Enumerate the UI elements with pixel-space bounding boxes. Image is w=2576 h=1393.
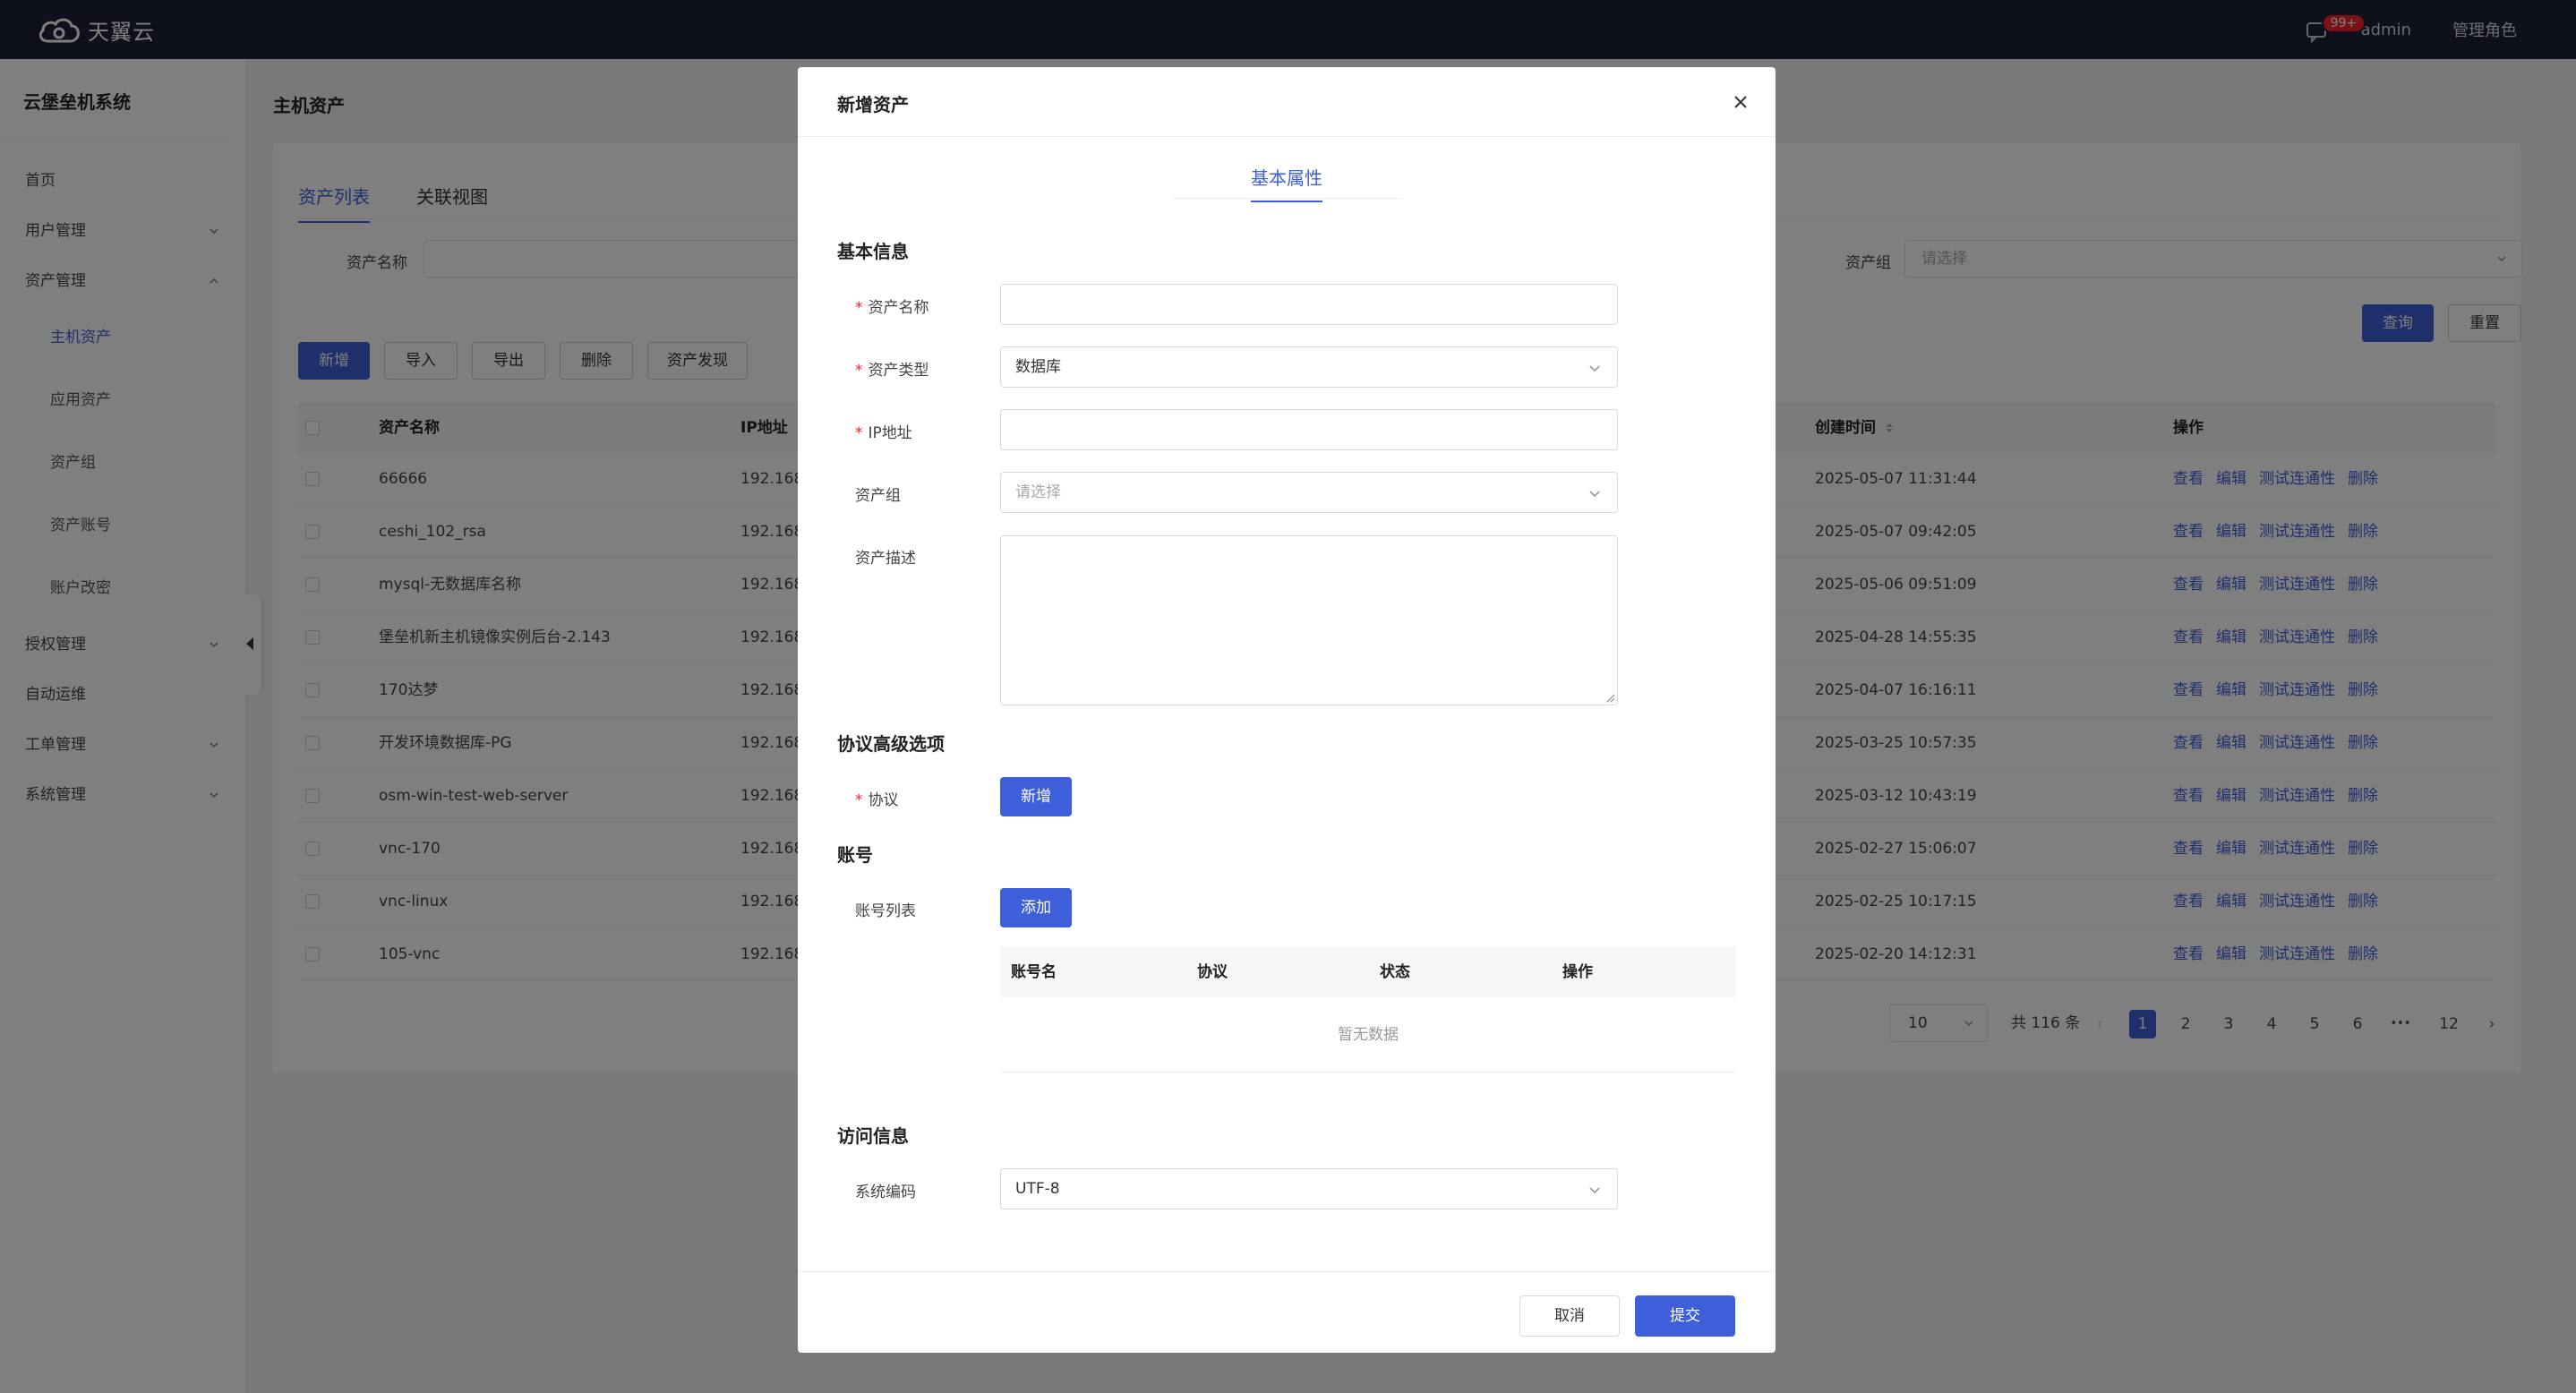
chevron-down-icon — [1589, 1187, 1600, 1194]
section-access-info: 访问信息 — [837, 1125, 909, 1147]
chevron-down-icon — [1589, 491, 1600, 498]
cancel-button[interactable]: 取消 — [1519, 1295, 1620, 1337]
ip-label: * IP地址 — [855, 424, 912, 442]
add-account-button[interactable]: 添加 — [1000, 888, 1072, 927]
asset-type-label-text: 资产类型 — [868, 362, 929, 380]
section-basic-info: 基本信息 — [837, 241, 909, 262]
account-table-header: 账号名 协议 状态 操作 — [1000, 947, 1736, 997]
asset-group-label: 资产组 — [855, 487, 901, 505]
encoding-select[interactable]: UTF-8 — [1000, 1168, 1618, 1209]
asset-group-placeholder: 请选择 — [1015, 483, 1061, 501]
encoding-label: 系统编码 — [855, 1184, 916, 1201]
description-textarea[interactable] — [1000, 535, 1618, 705]
description-label: 资产描述 — [855, 550, 916, 568]
asset-group-select[interactable]: 请选择 — [1000, 472, 1618, 513]
submit-button[interactable]: 提交 — [1635, 1295, 1735, 1337]
modal-header: 新增资产 — [798, 67, 1776, 137]
section-account: 账号 — [837, 844, 873, 866]
asset-name-input[interactable] — [1000, 284, 1618, 325]
protocol-label: * 协议 — [855, 791, 899, 809]
add-asset-modal: 新增资产 基本属性 基本信息 * 资产名称 * 资产类型 数据库 * IP地址 资产组… — [798, 67, 1776, 1353]
account-column-operations: 操作 — [1562, 963, 1593, 981]
asset-type-value: 数据库 — [1015, 358, 1061, 376]
asset-name-label: * 资产名称 — [855, 299, 929, 317]
account-column-name: 账号名 — [1011, 963, 1057, 981]
account-list-label: 账号列表 — [855, 902, 916, 920]
chevron-down-icon — [1589, 365, 1600, 372]
modal-tab-divider — [1172, 198, 1401, 199]
add-protocol-button[interactable]: 新增 — [1000, 777, 1072, 816]
asset-name-label-text: 资产名称 — [868, 299, 929, 317]
asset-type-select[interactable]: 数据库 — [1000, 346, 1618, 388]
protocol-label-text: 协议 — [868, 791, 899, 809]
resize-grip-icon[interactable] — [1605, 692, 1615, 703]
ip-label-text: IP地址 — [868, 424, 912, 442]
encoding-value: UTF-8 — [1015, 1180, 1060, 1198]
close-icon[interactable] — [1731, 92, 1750, 112]
section-protocol-options: 协议高级选项 — [837, 733, 945, 755]
account-table-empty: 暂无数据 — [1000, 997, 1736, 1073]
account-column-status: 状态 — [1380, 963, 1410, 981]
account-column-protocol: 协议 — [1197, 963, 1228, 981]
asset-type-label: * 资产类型 — [855, 362, 929, 380]
modal-footer: 取消 提交 — [798, 1271, 1776, 1353]
tab-basic-attributes[interactable]: 基本属性 — [1251, 164, 1322, 202]
modal-title: 新增资产 — [837, 94, 909, 115]
ip-input[interactable] — [1000, 409, 1618, 450]
